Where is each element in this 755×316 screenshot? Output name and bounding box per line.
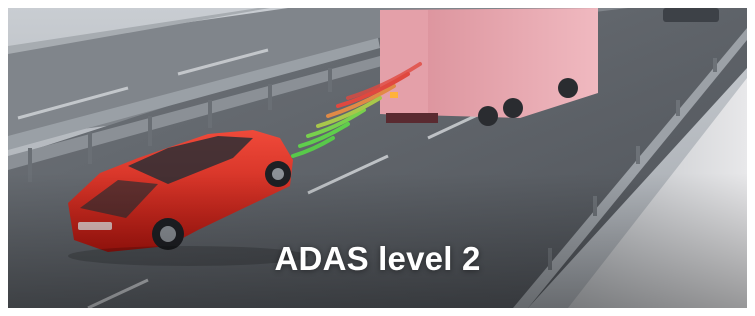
adas-banner-card[interactable]: ADAS level 2	[8, 8, 747, 308]
banner-title: ADAS level 2	[274, 240, 481, 277]
